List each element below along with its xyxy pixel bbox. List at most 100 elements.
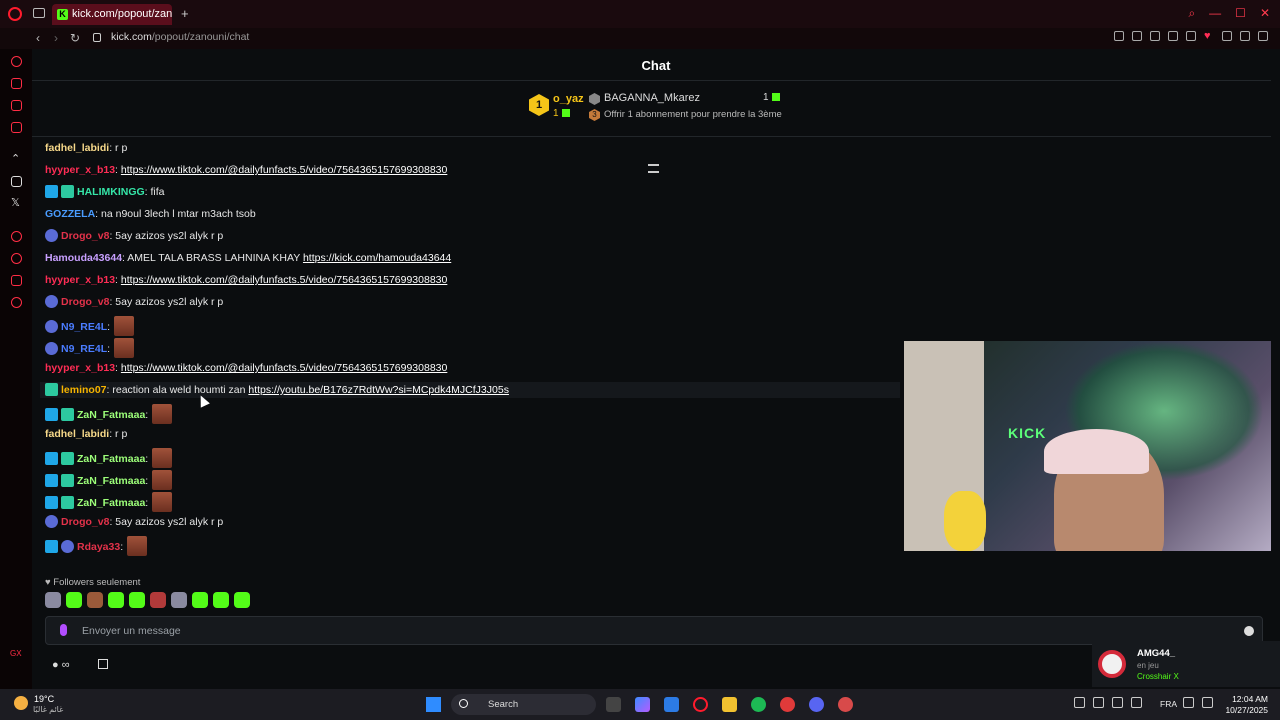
search-tabs-icon[interactable]: ⌕ [1188,6,1195,21]
close-icon[interactable]: ✕ [1260,6,1270,21]
emote-icon[interactable] [127,536,148,556]
store-icon[interactable] [98,659,108,669]
url-field[interactable]: kick.com/popout/zanouni/chat [111,31,249,43]
quick-emote-icon[interactable] [150,592,166,608]
emote-icon[interactable] [113,316,134,336]
windows-start-icon[interactable] [426,697,441,712]
opera-gx-app-icon[interactable] [693,697,708,712]
quick-emote-icon[interactable] [213,592,229,608]
sidebar-news-icon[interactable] [11,122,22,133]
chat-username[interactable]: Drogo_v8 [61,516,109,528]
browser-tab[interactable]: K kick.com/popout/zanouni [52,4,172,25]
forward-icon[interactable]: › [54,31,58,45]
quick-emote-icon[interactable] [192,592,208,608]
chat-username[interactable]: Hamouda43644 [45,252,122,264]
menu-icon[interactable] [1258,31,1268,41]
copilot-icon[interactable] [635,697,650,712]
sidebar-x-icon[interactable]: 𝕏 [11,196,20,209]
opera-logo-icon[interactable] [8,7,22,21]
quick-emote-icon[interactable] [66,592,82,608]
emote-icon[interactable] [152,448,173,468]
sidebar-player-icon[interactable] [11,231,22,242]
stream-video-overlay[interactable]: KICK [904,341,1280,551]
chat-username[interactable]: N9_RE4L [61,343,107,355]
wifi-icon[interactable] [1183,697,1194,708]
chat-username[interactable]: Drogo_v8 [61,230,109,242]
volume-icon[interactable] [1202,697,1213,708]
chat-username[interactable]: hyyper_x_b13 [45,274,115,286]
microphone-icon[interactable] [60,624,67,636]
app-red-icon[interactable] [780,697,795,712]
chat-username[interactable]: N9_RE4L [61,321,107,333]
quick-emote-icon[interactable] [234,592,250,608]
heart-icon[interactable]: ♥ [1204,31,1214,42]
back-icon[interactable]: ‹ [36,31,40,45]
sidebar-kick-icon[interactable]: ⌃ [11,152,20,165]
file-explorer-icon[interactable] [722,697,737,712]
sidebar-pin-icon[interactable] [11,275,22,286]
chat-link[interactable]: https://www.tiktok.com/@dailyfunfacts.5/… [121,274,447,286]
discord-icon[interactable] [809,697,824,712]
quick-emote-icon[interactable] [108,592,124,608]
chat-link[interactable]: https://youtu.be/B176z7RdtWw?si=MCpdk4MJ… [248,384,509,396]
chat-username[interactable]: Rdaya33 [77,541,120,553]
rank-2-username[interactable]: BAGANNA_Mkarez [604,92,700,104]
chat-input-field[interactable]: Envoyer un message [45,616,1263,645]
taskbar-search[interactable]: Search [451,694,596,715]
pin-icon[interactable] [1132,31,1142,41]
tray-cloud-icon[interactable] [1112,697,1123,708]
quick-emote-icon[interactable] [129,592,145,608]
chat-username[interactable]: fadhel_labidi [45,428,109,440]
tray-sync-icon[interactable] [1093,697,1104,708]
emote-icon[interactable] [152,492,173,512]
chat-username[interactable]: ZaN_Fatmaaa [77,409,145,421]
vpn-icon[interactable] [1168,31,1178,41]
maximize-icon[interactable]: ☐ [1235,6,1246,21]
quick-emote-icon[interactable] [45,592,61,608]
chat-username[interactable]: GOZZELA [45,208,95,220]
sidebar-clock-icon[interactable] [11,253,22,264]
quick-emote-icon[interactable] [87,592,103,608]
game-notification[interactable]: AMG44_ en jeu Crosshair X [1092,641,1280,687]
new-tab-button[interactable]: + [181,6,189,21]
kicks-button[interactable]: ● ∞ [52,659,70,671]
player-icon[interactable] [1186,31,1196,41]
page-scrollbar[interactable] [1271,49,1280,689]
reload-icon[interactable]: ↻ [70,31,80,45]
chat-username[interactable]: fadhel_labidi [45,142,109,154]
sidebar-twitch-icon[interactable] [11,100,22,111]
workspaces-icon[interactable] [33,8,45,18]
chat-username[interactable]: lemino07 [61,384,107,396]
spotify-icon[interactable] [751,697,766,712]
sidebar-settings-icon[interactable] [11,297,22,308]
zoom-icon[interactable] [1114,31,1124,41]
sidebar-discord-icon[interactable] [11,176,22,187]
chat-username[interactable]: ZaN_Fatmaaa [77,497,145,509]
sidebar-bag-icon[interactable] [11,78,22,89]
chat-username[interactable]: HALIMKINGG [77,186,145,198]
store-app-icon[interactable] [664,697,679,712]
emote-icon[interactable] [152,470,173,490]
chat-username[interactable]: ZaN_Fatmaaa [77,453,145,465]
rank-1-username[interactable]: o_yaz [553,93,584,105]
emoji-picker-icon[interactable] [1244,626,1254,636]
emote-icon[interactable] [152,404,173,424]
tray-chevron-icon[interactable] [1074,697,1085,708]
sidebar-history-icon[interactable] [11,56,22,67]
minimize-icon[interactable]: — [1209,6,1221,21]
chat-username[interactable]: hyyper_x_b13 [45,164,115,176]
tray-mic-icon[interactable] [1131,697,1142,708]
chat-link[interactable]: https://www.tiktok.com/@dailyfunfacts.5/… [121,362,447,374]
profile-icon[interactable] [1222,31,1232,41]
rank-3-prompt[interactable]: Offrir 1 abonnement pour prendre la 3ème [604,109,782,120]
chat-link[interactable]: https://www.tiktok.com/@dailyfunfacts.5/… [121,164,447,176]
weather-icon[interactable] [14,696,28,710]
task-view-icon[interactable] [606,697,621,712]
emote-icon[interactable] [113,338,134,358]
chat-link[interactable]: https://kick.com/hamouda43644 [303,252,451,264]
input-language[interactable]: FRA [1160,699,1177,709]
chat-username[interactable]: Drogo_v8 [61,296,109,308]
quick-emote-icon[interactable] [171,592,187,608]
crosshair-taskbar-icon[interactable] [838,697,853,712]
system-clock[interactable]: 12:04 AM 10/27/2025 [1224,694,1268,716]
